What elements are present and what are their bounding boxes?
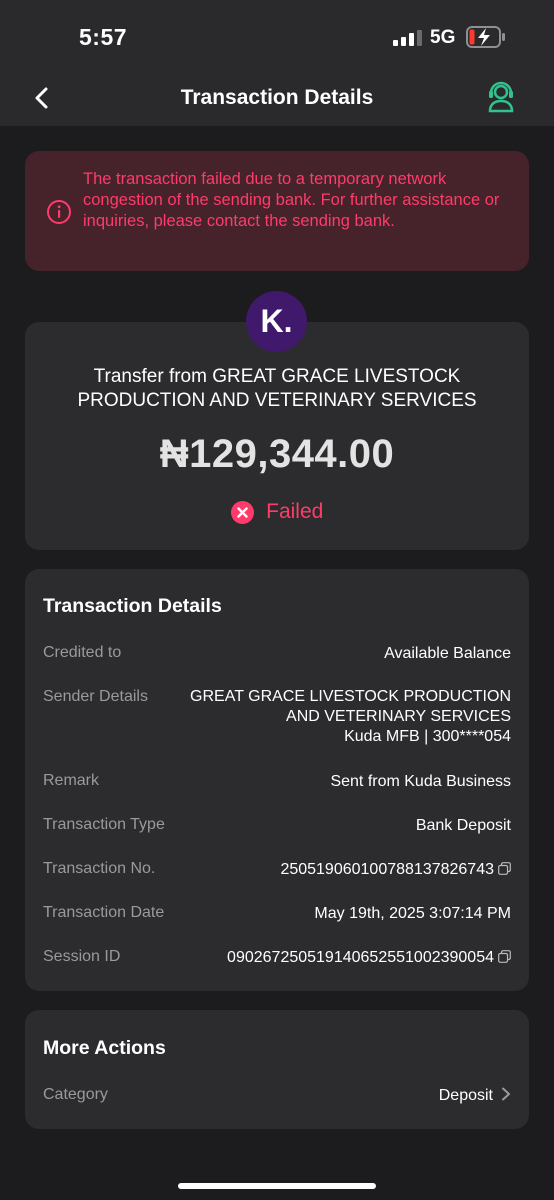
category-label: Category [43, 1086, 108, 1103]
status-badge: Failed [266, 500, 324, 523]
failure-alert-banner: The transaction failed due to a temporar… [25, 151, 529, 271]
transaction-summary-card: Transfer from GREAT GRACE LIVESTOCK PROD… [25, 322, 529, 550]
sender-details-value: GREAT GRACE LIVESTOCK PRODUCTION AND VET… [190, 687, 511, 747]
kuda-logo: K. [246, 291, 307, 352]
network-type: 5G [430, 27, 456, 48]
battery-charging-icon [466, 26, 505, 48]
failed-x-icon [230, 500, 254, 524]
more-actions-title: More Actions [43, 1037, 166, 1059]
copy-icon[interactable] [498, 862, 511, 875]
category-selector[interactable]: Deposit [439, 1086, 511, 1106]
copy-icon[interactable] [498, 950, 511, 963]
transaction-date-value: May 19th, 2025 3:07:14 PM [314, 905, 511, 922]
transaction-number-label: Transaction No. [43, 860, 156, 877]
transaction-amount: ₦129,344.00 [159, 432, 395, 476]
transaction-type-label: Transaction Type [43, 816, 165, 833]
remark-label: Remark [43, 772, 100, 789]
sender-details-label: Sender Details [43, 688, 148, 705]
more-actions-card: More Actions Category Deposit [25, 1010, 529, 1129]
status-time: 5:57 [79, 24, 128, 50]
session-id-row: 090267250519140652551002390054 [227, 948, 511, 968]
session-id-value: 090267250519140652551002390054 [227, 949, 494, 966]
page-title: Transaction Details [180, 86, 374, 109]
transaction-details-card: Transaction Details Credited to Availabl… [25, 569, 529, 991]
home-indicator[interactable] [178, 1183, 376, 1189]
sender-name-line2: AND VETERINARY SERVICES [286, 708, 511, 725]
transfer-title: Transfer from GREAT GRACE LIVESTOCK PROD… [77, 366, 477, 411]
customer-support-icon[interactable] [484, 80, 518, 114]
logo-text: K. [260, 303, 293, 339]
chevron-right-icon [502, 1087, 510, 1101]
status-bar: 5:57 5G [0, 0, 554, 72]
transaction-type-value: Bank Deposit [415, 817, 511, 834]
session-id-label: Session ID [43, 948, 121, 965]
nav-bar: Transaction Details [0, 72, 554, 126]
sender-bank-account: Kuda MFB | 300****054 [344, 728, 511, 745]
credited-to-label: Credited to [43, 644, 122, 661]
alert-message: The transaction failed due to a temporar… [83, 170, 500, 230]
category-value: Deposit [438, 1087, 493, 1104]
transaction-number-value: 250519060100788137826743 [280, 861, 494, 878]
status-row: Failed [25, 500, 529, 524]
transaction-date-label: Transaction Date [43, 904, 165, 921]
signal-strength-icon [393, 30, 422, 46]
info-circle-icon [47, 200, 71, 224]
credited-to-value: Available Balance [384, 645, 511, 662]
transaction-number-row: 250519060100788137826743 [280, 860, 511, 880]
remark-value: Sent from Kuda Business [330, 773, 511, 790]
sender-name-line1: GREAT GRACE LIVESTOCK PRODUCTION [190, 688, 511, 705]
details-section-title: Transaction Details [43, 595, 222, 617]
